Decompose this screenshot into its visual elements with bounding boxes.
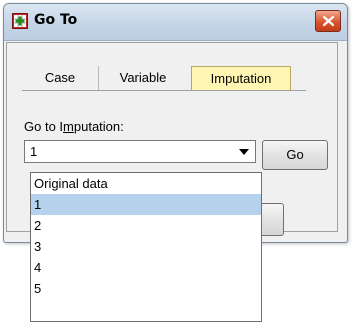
dropdown-option-4[interactable]: 4 (31, 257, 261, 278)
dropdown-option-original-data[interactable]: Original data (31, 173, 261, 194)
combobox-value: 1 (30, 144, 38, 159)
close-icon (322, 15, 335, 27)
app-icon (12, 13, 28, 29)
imputation-combobox[interactable]: 1 (24, 140, 256, 163)
dropdown-option-1[interactable]: 1 (31, 194, 261, 215)
imputation-dropdown-list[interactable]: Original data 1 2 3 4 5 (30, 172, 262, 322)
tab-imputation[interactable]: Imputation (191, 66, 291, 90)
title-bar[interactable]: Go To (4, 4, 347, 41)
go-button[interactable]: Go (262, 140, 328, 170)
dropdown-option-5[interactable]: 5 (31, 278, 261, 299)
chevron-down-icon[interactable] (239, 149, 249, 155)
tab-case[interactable]: Case (22, 66, 99, 90)
tab-strip: Case Variable Imputation (22, 66, 306, 91)
dropdown-option-3[interactable]: 3 (31, 236, 261, 257)
dropdown-option-2[interactable]: 2 (31, 215, 261, 236)
dialog-title: Go To (34, 12, 78, 28)
close-button[interactable] (315, 10, 341, 32)
go-to-imputation-label: Go to Imputation: (24, 119, 124, 134)
tab-variable[interactable]: Variable (99, 66, 187, 90)
